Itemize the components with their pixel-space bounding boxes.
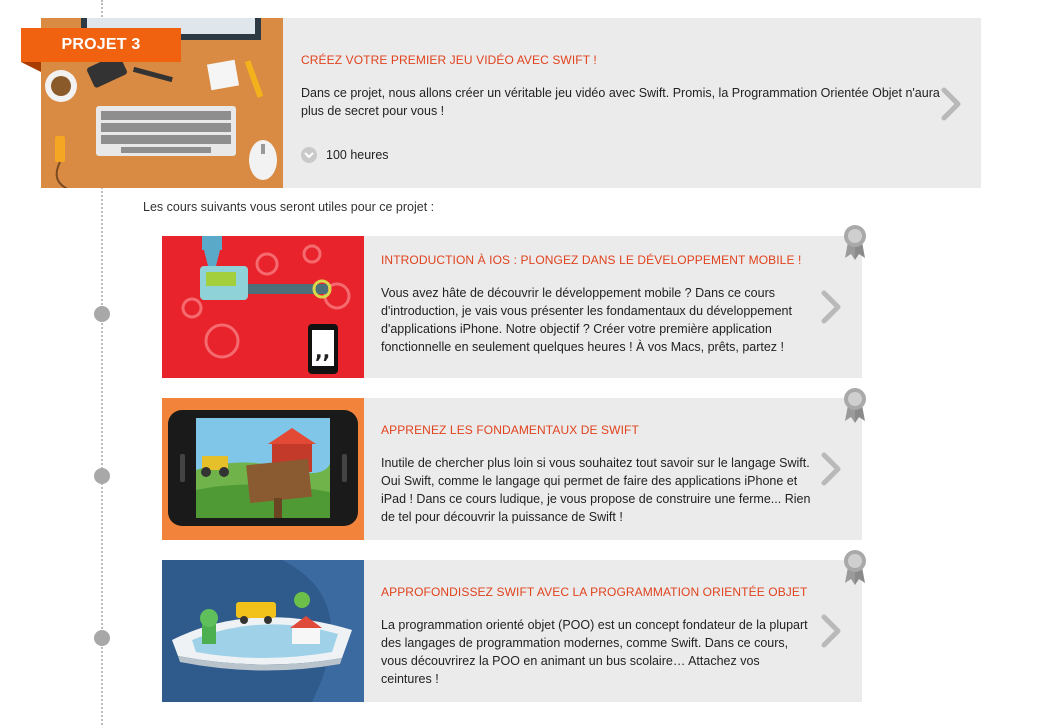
course-title[interactable]: APPROFONDISSEZ SWIFT AVEC LA PROGRAMMATI… bbox=[381, 585, 807, 599]
duration-label: 100 heures bbox=[326, 148, 389, 162]
chevron-right-icon[interactable] bbox=[818, 451, 844, 487]
timeline-dot bbox=[94, 468, 110, 484]
project-tag: PROJET 3 bbox=[21, 28, 181, 62]
course-thumbnail bbox=[162, 398, 364, 540]
project-card[interactable]: CRÉEZ VOTRE PREMIER JEU VIDÉO AVEC SWIFT… bbox=[41, 18, 981, 188]
svg-text:,,: ,, bbox=[315, 339, 330, 363]
award-ribbon-icon bbox=[844, 388, 866, 423]
timeline-dot bbox=[94, 306, 110, 322]
course-description: La programmation orienté objet (POO) est… bbox=[381, 618, 808, 686]
course-card[interactable]: APPRENEZ LES FONDAMENTAUX DE SWIFT Inuti… bbox=[162, 398, 862, 540]
course-title[interactable]: APPRENEZ LES FONDAMENTAUX DE SWIFT bbox=[381, 423, 639, 437]
project-duration: 100 heures bbox=[301, 146, 389, 164]
project-tag-fold bbox=[21, 62, 41, 72]
chevron-down-icon[interactable] bbox=[301, 147, 317, 163]
course-thumbnail bbox=[162, 560, 364, 702]
course-thumbnail: ,, bbox=[162, 236, 364, 378]
chevron-right-icon[interactable] bbox=[818, 613, 844, 649]
award-ribbon-icon bbox=[844, 225, 866, 260]
timeline-dot bbox=[94, 630, 110, 646]
project-description: Dans ce projet, nous allons créer un vér… bbox=[301, 86, 940, 118]
course-card[interactable]: ,, INTRODUCTION À IOS : PLONGEZ DANS LE … bbox=[162, 236, 862, 378]
award-ribbon-icon bbox=[844, 550, 866, 585]
course-description: Vous avez hâte de découvrir le développe… bbox=[381, 286, 792, 354]
chevron-right-icon[interactable] bbox=[818, 289, 844, 325]
courses-intro-text: Les cours suivants vous seront utiles po… bbox=[143, 200, 435, 214]
course-description: Inutile de chercher plus loin si vous so… bbox=[381, 456, 811, 524]
project-title[interactable]: CRÉEZ VOTRE PREMIER JEU VIDÉO AVEC SWIFT… bbox=[301, 53, 597, 67]
chevron-right-icon[interactable] bbox=[938, 86, 964, 122]
course-title[interactable]: INTRODUCTION À IOS : PLONGEZ DANS LE DÉV… bbox=[381, 253, 801, 267]
course-card[interactable]: APPROFONDISSEZ SWIFT AVEC LA PROGRAMMATI… bbox=[162, 560, 862, 702]
